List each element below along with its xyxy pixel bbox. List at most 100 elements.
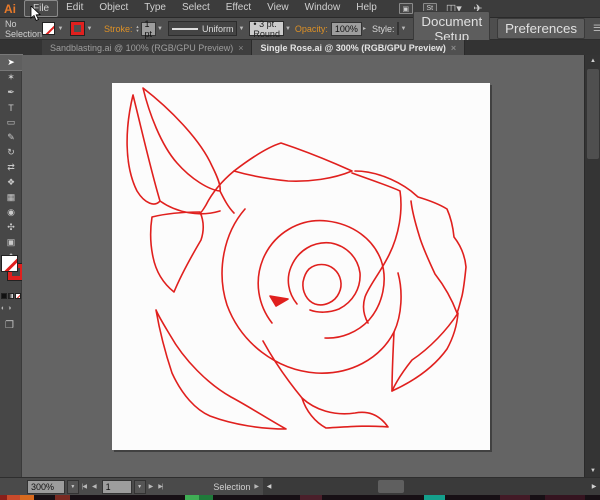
prev-artboard-button[interactable]: ◀	[89, 483, 99, 490]
brush-dropdown-arrow[interactable]: ▼	[285, 22, 291, 35]
draw-normal-icon[interactable]: ◐	[1, 305, 5, 312]
artboard-tool[interactable]: ▣	[0, 235, 22, 250]
taskbar-segment	[185, 495, 199, 500]
rotate-tool[interactable]: ↻	[0, 145, 22, 160]
fill-dropdown-arrow[interactable]: ▼	[56, 22, 65, 35]
control-panel-menu-icon[interactable]: ☰▾	[593, 23, 600, 34]
horizontal-scroll-thumb[interactable]	[378, 480, 404, 493]
status-expand-arrow[interactable]: ▶	[250, 483, 263, 490]
petal-bottom-left	[156, 310, 286, 429]
petal-top	[234, 143, 352, 181]
petal-right-fold	[352, 173, 401, 323]
color-button[interactable]	[1, 293, 7, 299]
vertical-scroll-thumb[interactable]	[587, 69, 599, 159]
zoom-dropdown-arrow[interactable]: ▼	[67, 480, 79, 494]
brush-definition-dropdown[interactable]: • 3 pt. Round	[249, 21, 284, 36]
artboard[interactable]	[112, 83, 490, 450]
scroll-left-button[interactable]: ◀	[263, 478, 275, 496]
stem-sweep-2	[220, 191, 234, 213]
spiral-connector-right	[392, 332, 394, 391]
mesh-tool[interactable]: ▦	[0, 190, 22, 205]
stroke-weight-dropdown-arrow[interactable]: ▼	[157, 22, 163, 35]
menu-select[interactable]: Select	[174, 0, 218, 17]
eyedropper-tool[interactable]: ◉	[0, 205, 22, 220]
scroll-right-button[interactable]: ▶	[588, 478, 600, 496]
fill-none-swatch[interactable]	[42, 22, 55, 35]
style-dropdown-arrow[interactable]: ▼	[400, 22, 406, 35]
stroke-weight-field[interactable]: 1 pt	[141, 22, 157, 36]
draw-behind-icon[interactable]: ◑	[7, 305, 11, 312]
tools-panel: ➤✶✒T▭✎↻⇄❖▦◉✣▣✥ ◐ ◑ ❐	[0, 55, 22, 477]
pen-tool[interactable]: ✒	[0, 85, 22, 100]
tab-close-icon[interactable]: ×	[451, 43, 456, 53]
variable-width-dropdown[interactable]: Uniform	[168, 21, 238, 36]
taskbar-segment	[0, 495, 7, 500]
menu-edit[interactable]: Edit	[58, 0, 91, 17]
symbol-sprayer-tool[interactable]: ✣	[0, 220, 22, 235]
preferences-button[interactable]: Preferences	[497, 18, 585, 39]
taskbar-segment	[500, 495, 530, 500]
tab-label: Single Rose.ai @ 300% (RGB/GPU Preview)	[260, 43, 445, 53]
petal-left	[151, 212, 204, 292]
none-button[interactable]	[15, 293, 21, 299]
document-tab[interactable]: Single Rose.ai @ 300% (RGB/GPU Preview) ×	[252, 40, 465, 55]
tab-close-icon[interactable]: ×	[238, 43, 243, 53]
next-artboard-button[interactable]: ▶	[146, 483, 156, 490]
type-tool[interactable]: T	[0, 100, 22, 115]
menu-type[interactable]: Type	[136, 0, 174, 17]
rectangle-tool[interactable]: ▭	[0, 115, 22, 130]
horizontal-scrollbar[interactable]: ◀ ▶	[263, 478, 600, 496]
document-tab[interactable]: Sandblasting.ai @ 100% (RGB/GPU Preview)…	[42, 40, 252, 55]
menu-view[interactable]: View	[259, 0, 297, 17]
taskbar-segment	[55, 495, 70, 500]
rose-artwork	[112, 83, 490, 450]
artboard-dropdown-arrow[interactable]: ▼	[134, 480, 146, 494]
menu-effect[interactable]: Effect	[218, 0, 259, 17]
first-artboard-button[interactable]: |◀	[79, 483, 89, 490]
stroke-color-swatch[interactable]	[71, 22, 84, 35]
width-tool[interactable]: ⇄	[0, 160, 22, 175]
opacity-label[interactable]: Opacity:	[295, 24, 328, 34]
vertical-scrollbar[interactable]: ▲ ▼	[584, 55, 600, 477]
petal-bottom-right	[392, 313, 458, 391]
last-artboard-button[interactable]: ▶|	[155, 483, 165, 490]
pencil-tool[interactable]: ✎	[0, 130, 22, 145]
tool-list: ➤✶✒T▭✎↻⇄❖▦◉✣▣✥	[0, 55, 21, 265]
style-swatch[interactable]	[397, 22, 399, 35]
app-logo: Ai	[0, 2, 24, 16]
status-bar: 300% ▼ |◀ ◀ 1 ▼ ▶ ▶| Selection ▶ ◀ ▶	[0, 477, 600, 495]
menu-file[interactable]: File	[24, 0, 58, 17]
paintbrush-tool[interactable]: ❖	[0, 175, 22, 190]
leaf-lower	[143, 88, 220, 191]
center-wedge	[270, 296, 288, 306]
artboard-number-field[interactable]: 1	[102, 480, 132, 494]
stroke-dropdown-arrow[interactable]: ▼	[85, 22, 94, 35]
bridge-icon[interactable]: ▣	[399, 3, 413, 14]
style-label: Style:	[372, 24, 395, 34]
selection-tool[interactable]: ➤	[0, 55, 22, 70]
zoom-level-field[interactable]: 300%	[27, 480, 65, 494]
menu-window[interactable]: Window	[297, 0, 349, 17]
spiral-core	[303, 265, 341, 305]
magic-wand-tool[interactable]: ✶	[0, 70, 22, 85]
stroke-weight-stepper[interactable]: ▲▼	[136, 25, 140, 33]
tab-label: Sandblasting.ai @ 100% (RGB/GPU Preview)	[50, 43, 233, 53]
fill-proxy-swatch[interactable]	[1, 255, 18, 272]
opacity-stepper-arrow[interactable]: ▸	[363, 22, 366, 35]
gradient-button[interactable]	[8, 293, 14, 299]
windows-taskbar-sliver	[0, 495, 600, 500]
scroll-up-button[interactable]: ▲	[585, 55, 600, 67]
menu-help[interactable]: Help	[348, 0, 385, 17]
opacity-field[interactable]: 100%	[331, 22, 362, 36]
screen-mode-icon[interactable]: ❐	[5, 320, 14, 331]
width-profile-icon	[172, 28, 198, 30]
petal-bottom	[302, 398, 388, 428]
stroke-label[interactable]: Stroke:	[104, 24, 133, 34]
scroll-down-button[interactable]: ▼	[585, 465, 600, 477]
menu-object[interactable]: Object	[91, 0, 136, 17]
leaf-upper	[127, 95, 160, 204]
canvas-area[interactable]	[22, 55, 584, 477]
variable-width-dropdown-arrow[interactable]: ▼	[238, 22, 244, 35]
selection-status: No Selection	[0, 19, 42, 39]
menu-items: FileEditObjectTypeSelectEffectViewWindow…	[24, 0, 385, 17]
